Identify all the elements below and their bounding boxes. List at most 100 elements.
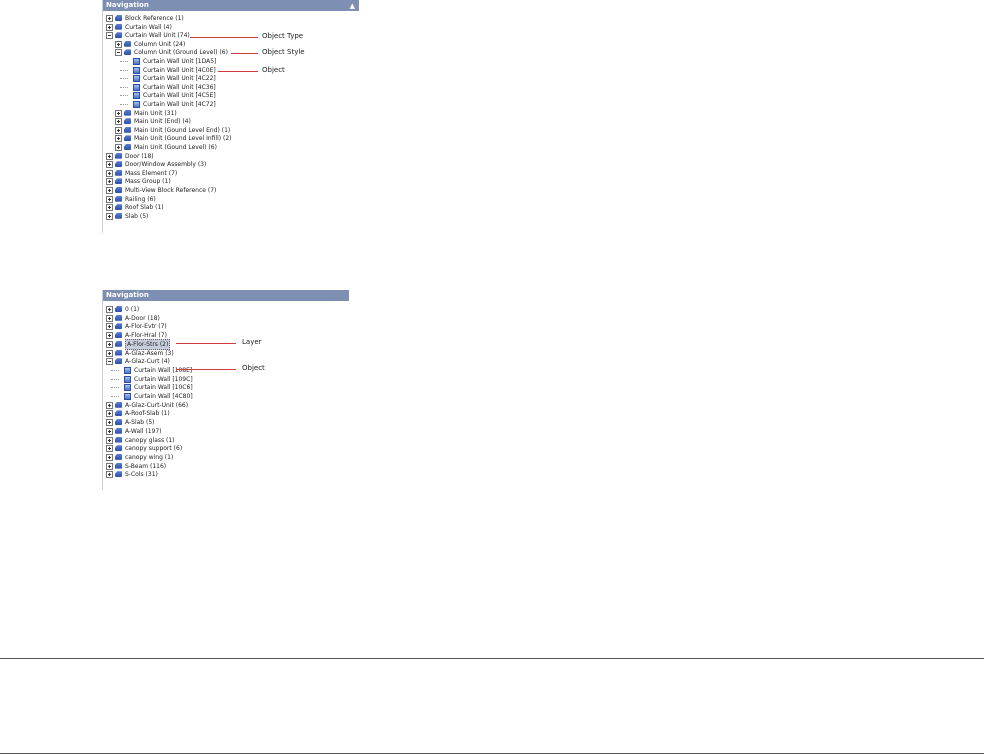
object-group-icon <box>115 471 122 478</box>
tree-row-label: A-Glaz-Curt (4) <box>125 358 170 366</box>
collapse-minus-icon[interactable] <box>115 49 122 57</box>
expand-plus-icon[interactable] <box>115 126 122 134</box>
expand-plus-icon[interactable] <box>106 401 113 409</box>
expand-plus-icon[interactable] <box>106 161 113 169</box>
object-icon <box>124 393 131 400</box>
tree-row[interactable]: canopy support (6) <box>103 444 343 453</box>
object-group-icon <box>115 204 122 211</box>
tree-row-label: 0 (1) <box>125 306 140 313</box>
callout-line-layer <box>176 343 236 344</box>
expand-plus-icon[interactable] <box>106 314 113 322</box>
callout-object: Object <box>242 364 265 372</box>
expand-plus-icon[interactable] <box>106 427 113 435</box>
tree-row[interactable]: Curtain Wall [10C6] <box>103 383 343 392</box>
object-group-icon <box>124 49 131 56</box>
tree-row-label: A-Glaz-Curt-Unit (66) <box>125 401 189 409</box>
tree-row-label: A-Slab (5) <box>125 419 155 427</box>
expand-plus-icon[interactable] <box>115 109 122 117</box>
object-group-icon <box>115 178 122 185</box>
tree-row[interactable]: S-Beam (116) <box>103 462 343 471</box>
expand-plus-icon[interactable] <box>115 40 122 48</box>
page-divider <box>0 753 984 754</box>
expand-plus-icon[interactable] <box>106 332 113 340</box>
tree-row[interactable]: 0 (1) <box>103 305 343 314</box>
tree-row[interactable]: S-Cols (31) <box>103 470 343 479</box>
tree-connector <box>111 378 119 380</box>
object-group-icon <box>124 118 131 125</box>
callout-line-object-style <box>231 53 258 54</box>
expand-plus-icon[interactable] <box>106 410 113 418</box>
tree-row[interactable]: Curtain Wall [108E] <box>103 366 343 375</box>
tree-connector <box>120 104 128 105</box>
expand-plus-icon[interactable] <box>106 453 113 461</box>
object-group-icon <box>115 187 122 193</box>
expand-plus-icon[interactable] <box>106 445 113 453</box>
tree-connector <box>111 396 119 397</box>
expand-plus-icon[interactable] <box>106 204 113 212</box>
expand-plus-icon[interactable] <box>115 135 122 143</box>
expand-plus-icon[interactable] <box>115 144 122 151</box>
expand-plus-icon[interactable] <box>106 178 113 186</box>
expand-plus-icon[interactable] <box>106 212 113 220</box>
tree-connector <box>111 369 119 371</box>
object-group-icon <box>115 323 122 330</box>
tree-row[interactable]: canopy wing (1) <box>103 453 343 462</box>
tree-row[interactable]: Slab (5) <box>103 212 343 221</box>
object-group-icon <box>124 135 131 142</box>
expand-plus-icon[interactable] <box>106 23 113 31</box>
tree-row[interactable]: A-Door (18) <box>103 314 343 323</box>
expand-plus-icon[interactable] <box>106 152 113 160</box>
object-group-icon <box>115 453 122 460</box>
object-group-icon <box>124 126 131 133</box>
object-group-icon <box>124 144 131 150</box>
tree-row[interactable]: A-Flor-Evtr (7) <box>103 322 343 331</box>
expand-plus-icon[interactable] <box>106 323 113 331</box>
expand-plus-icon[interactable] <box>106 419 113 427</box>
tree-row[interactable]: A-Glaz-Asem (3) <box>103 349 343 358</box>
expand-plus-icon[interactable] <box>106 187 113 194</box>
tree-row-label: Curtain Wall [10C6] <box>134 384 193 392</box>
object-icon <box>133 101 140 108</box>
expand-plus-icon[interactable] <box>106 462 113 470</box>
tree-row[interactable]: A-Glaz-Curt (4) <box>103 357 343 366</box>
expand-plus-icon[interactable] <box>106 306 113 313</box>
object-group-icon <box>124 40 131 47</box>
expand-plus-icon[interactable] <box>115 118 122 126</box>
page-divider <box>0 658 984 659</box>
collapse-icon[interactable]: ▲ <box>350 1 355 12</box>
expand-plus-icon[interactable] <box>106 436 113 444</box>
tree-row-label: A-Wall (197) <box>125 427 162 435</box>
object-group-icon <box>115 436 122 443</box>
tree-connector <box>120 69 128 71</box>
tree-row[interactable]: A-Roof-Slab (1) <box>103 409 343 418</box>
tree-row[interactable]: Curtain Wall [4C80] <box>103 392 343 401</box>
tree-row[interactable]: A-Wall (197) <box>103 427 343 436</box>
object-group-icon <box>115 462 122 469</box>
tree-row[interactable]: A-Glaz-Curt-Unit (66) <box>103 401 343 410</box>
object-group-icon <box>115 401 122 408</box>
object-group-icon <box>115 332 122 339</box>
collapse-minus-icon[interactable] <box>106 32 113 40</box>
object-group-icon <box>115 445 122 452</box>
navigation-panel-object-tree: Navigation ▲ Block Reference (1) Curtain … <box>102 0 359 233</box>
object-icon <box>133 58 140 65</box>
expand-plus-icon[interactable] <box>106 169 113 177</box>
callout-line-object <box>218 71 258 72</box>
expand-plus-icon[interactable] <box>106 471 113 479</box>
navigation-title: Navigation <box>106 1 149 9</box>
callout-object-type: Object Type <box>262 32 304 40</box>
expand-plus-icon[interactable] <box>106 195 113 203</box>
tree-row[interactable]: A-Slab (5) <box>103 418 343 427</box>
navigation-header: Navigation <box>103 290 349 301</box>
expand-plus-icon[interactable] <box>106 15 113 22</box>
object-group-icon <box>115 23 122 30</box>
tree-row[interactable]: canopy glass (1) <box>103 436 343 445</box>
expand-plus-icon[interactable] <box>106 340 113 348</box>
tree-row[interactable]: A-Flor-Strs (2) <box>103 338 343 350</box>
object-group-icon <box>115 314 122 321</box>
tree-row[interactable]: Curtain Wall [109C] <box>103 375 343 384</box>
expand-plus-icon[interactable] <box>106 349 113 357</box>
collapse-minus-icon[interactable] <box>106 358 113 366</box>
object-group-icon <box>115 306 122 312</box>
object-group-icon <box>115 15 122 21</box>
